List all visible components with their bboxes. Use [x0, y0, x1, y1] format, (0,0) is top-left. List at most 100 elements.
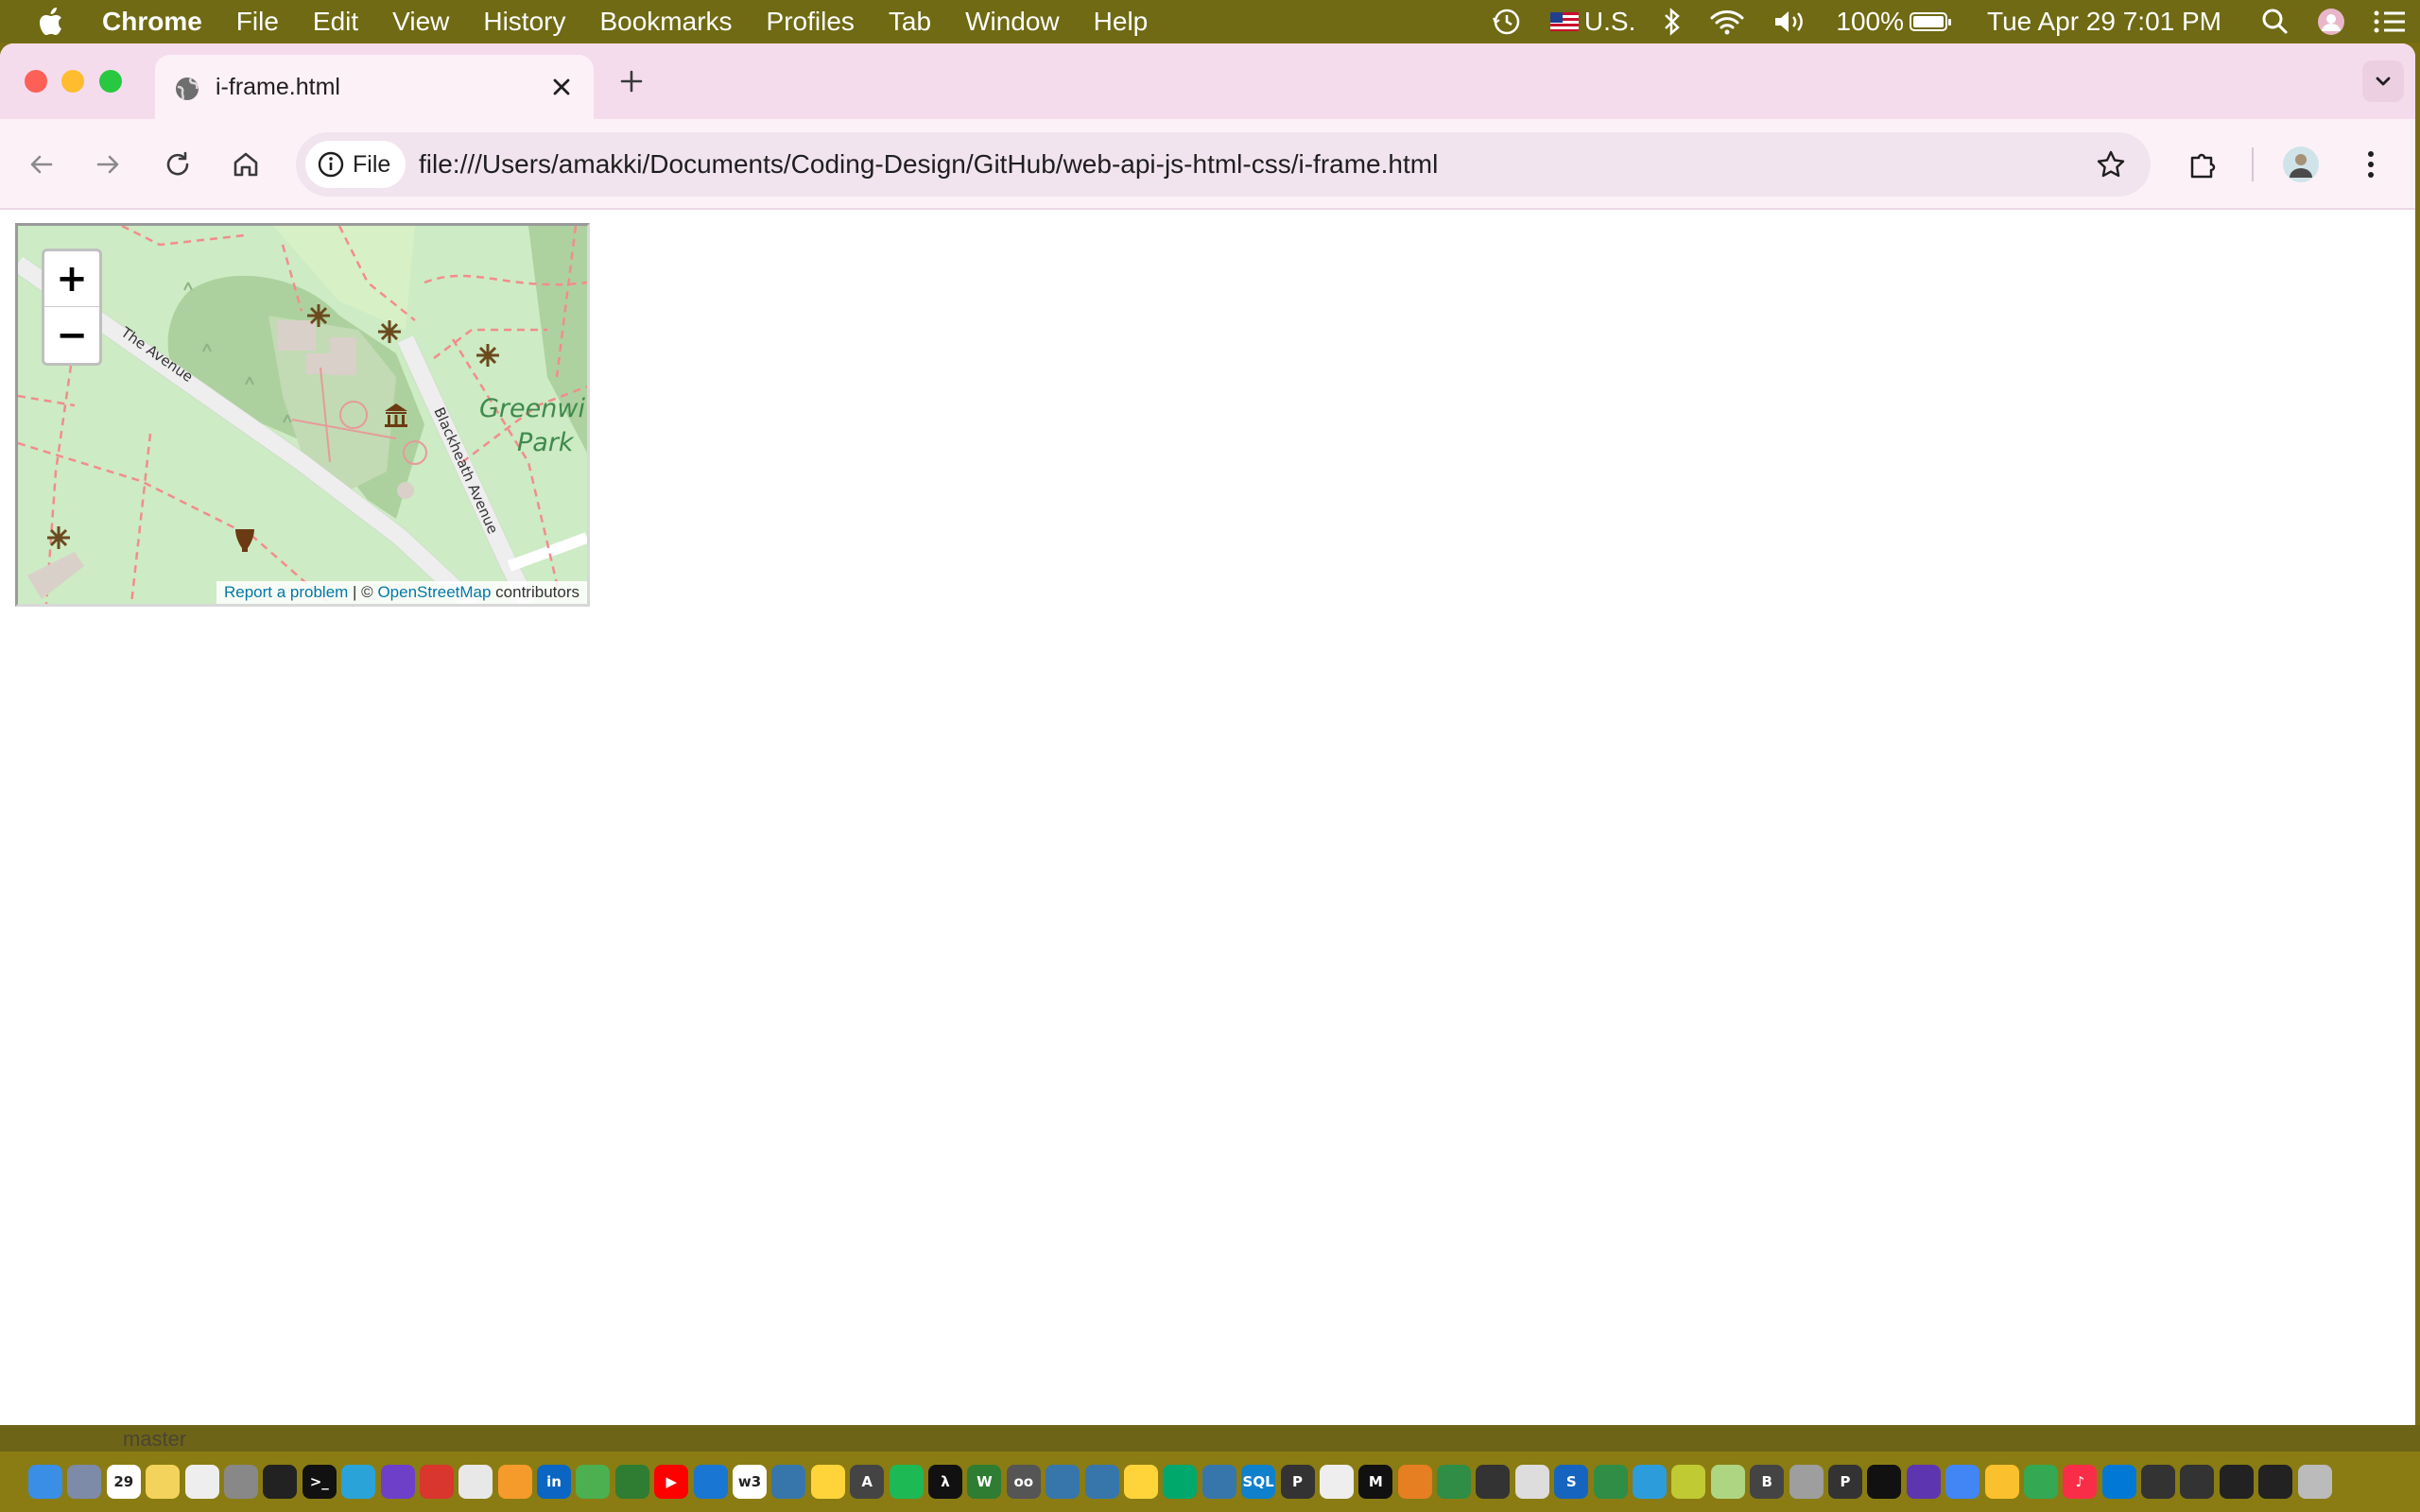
dock-app-w-icon[interactable]: W [967, 1465, 1002, 1499]
dock-chrome-icon[interactable] [458, 1465, 493, 1499]
dock-app-cursor-icon[interactable] [889, 1465, 924, 1499]
dock-python-6-icon[interactable] [1201, 1465, 1236, 1499]
dock-app-circle-icon[interactable] [1789, 1465, 1824, 1499]
dock-folder-3-icon[interactable] [2219, 1465, 2254, 1499]
zoom-in-button[interactable]: + [44, 251, 99, 307]
dock-app-c-icon[interactable] [1163, 1465, 1198, 1499]
dock-app-bars-icon[interactable] [1867, 1465, 1902, 1499]
dock-drive-icon[interactable] [2023, 1465, 2058, 1499]
dock-notes-icon[interactable] [146, 1465, 181, 1499]
site-info-chip[interactable]: File [305, 141, 406, 188]
close-window-button[interactable] [25, 70, 47, 93]
dock-app-red-icon[interactable] [419, 1465, 454, 1499]
dock-trash-icon[interactable] [2297, 1465, 2332, 1499]
dock-docs-icon[interactable] [1945, 1465, 1980, 1499]
menu-file[interactable]: File [219, 0, 296, 43]
dock-app-orange-icon[interactable] [497, 1465, 532, 1499]
dock-app-cube-icon[interactable] [1633, 1465, 1668, 1499]
wifi-icon[interactable] [1696, 8, 1758, 36]
dock-github-desktop-icon[interactable] [380, 1465, 415, 1499]
zoom-out-button[interactable]: − [44, 307, 99, 363]
url-text[interactable]: file:///Users/amakki/Documents/Coding-De… [419, 149, 1438, 180]
dock-app-b-icon[interactable]: B [1750, 1465, 1785, 1499]
dock-python-4-icon[interactable] [1084, 1465, 1119, 1499]
dock-folder-4-icon[interactable] [2258, 1465, 2293, 1499]
address-bar[interactable]: File file:///Users/amakki/Documents/Codi… [296, 132, 2151, 197]
tab-search-button[interactable] [2362, 60, 2404, 102]
control-center-icon[interactable] [2360, 8, 2420, 36]
bookmark-star-icon[interactable] [2092, 146, 2130, 183]
report-problem-link[interactable]: Report a problem [224, 583, 348, 601]
map-iframe[interactable]: The Avenue Blackheath Avenue Greenwi Par… [15, 223, 590, 607]
battery-status[interactable]: 100% [1823, 0, 1961, 43]
dock-app-ring-icon[interactable] [1397, 1465, 1432, 1499]
time-machine-icon[interactable] [1477, 7, 1537, 37]
dock-app-frog-2-icon[interactable] [1710, 1465, 1745, 1499]
dock-app-a-icon[interactable]: A [850, 1465, 885, 1499]
menu-history[interactable]: History [466, 0, 582, 43]
dock-folder-1-icon[interactable] [2141, 1465, 2176, 1499]
dock-music-icon[interactable]: ♪ [2063, 1465, 2098, 1499]
dock-app-m-icon[interactable]: M [1358, 1465, 1393, 1499]
dock-linkedin-icon[interactable]: in [537, 1465, 572, 1499]
dock-app-p-icon[interactable]: P [1280, 1465, 1315, 1499]
menu-profiles[interactable]: Profiles [750, 0, 872, 43]
menu-tab[interactable]: Tab [872, 0, 948, 43]
chrome-menu-button[interactable] [2350, 144, 2392, 185]
dock-github-icon[interactable] [263, 1465, 298, 1499]
dock-system-settings-icon[interactable] [223, 1465, 258, 1499]
user-avatar-icon[interactable] [2303, 7, 2360, 37]
clock[interactable]: Tue Apr 29 7:01 PM [1961, 0, 2248, 43]
menu-app-name[interactable]: Chrome [78, 0, 219, 43]
dock-app-blue-icon[interactable] [693, 1465, 728, 1499]
dock-app-s-icon[interactable]: S [1554, 1465, 1589, 1499]
dock-w3schools-icon[interactable]: w3 [733, 1465, 768, 1499]
dock-launchpad-icon[interactable] [67, 1465, 102, 1499]
dock-geeks-icon[interactable] [1437, 1465, 1472, 1499]
dock-edge-icon[interactable] [341, 1465, 376, 1499]
dock-app-frog-icon[interactable] [1671, 1465, 1706, 1499]
dock-sqlite-icon[interactable]: SQL [1241, 1465, 1276, 1499]
dock-geeks-2-icon[interactable] [1593, 1465, 1628, 1499]
profile-avatar[interactable] [2280, 144, 2322, 185]
menu-view[interactable]: View [375, 0, 466, 43]
bluetooth-icon[interactable] [1649, 7, 1696, 36]
dock-finder-icon[interactable] [28, 1465, 62, 1499]
dock-app-lambda-icon[interactable]: λ [927, 1465, 962, 1499]
new-tab-button[interactable] [613, 62, 650, 100]
fullscreen-window-button[interactable] [99, 70, 122, 93]
dock-app-oo-icon[interactable]: oo [1006, 1465, 1041, 1499]
extensions-button[interactable] [2182, 144, 2223, 185]
dock-terminal-icon[interactable]: >_ [302, 1465, 337, 1499]
menu-help[interactable]: Help [1077, 0, 1166, 43]
map-tiles[interactable]: The Avenue Blackheath Avenue Greenwi Par… [18, 226, 587, 604]
dock-folder-2-icon[interactable] [2180, 1465, 2215, 1499]
dock-safari-icon[interactable] [1514, 1465, 1549, 1499]
reload-button[interactable] [157, 144, 199, 185]
dock-app-purple-icon[interactable] [1906, 1465, 1941, 1499]
dock-app-p2-icon[interactable]: P [1827, 1465, 1862, 1499]
spotlight-icon[interactable] [2248, 8, 2303, 36]
close-tab-icon[interactable] [546, 72, 577, 102]
apple-icon[interactable] [25, 0, 78, 43]
volume-icon[interactable] [1758, 8, 1823, 36]
dock-preview-icon[interactable] [184, 1465, 219, 1499]
tab-active[interactable]: i-frame.html [155, 55, 594, 119]
input-source[interactable]: U.S. [1537, 0, 1649, 43]
dock-app-bar-icon[interactable] [1476, 1465, 1511, 1499]
dock-calendar-icon[interactable]: 29 [106, 1465, 141, 1499]
dock-python-icon[interactable] [771, 1465, 806, 1499]
dock-vscode-icon[interactable] [2101, 1465, 2136, 1499]
dock-python-5-icon[interactable] [1123, 1465, 1158, 1499]
dock-app-pen-icon[interactable] [1319, 1465, 1354, 1499]
dock-app-yellow-icon[interactable] [1984, 1465, 2019, 1499]
dock-python-3-icon[interactable] [1046, 1465, 1080, 1499]
minimize-window-button[interactable] [61, 70, 84, 93]
menu-edit[interactable]: Edit [296, 0, 375, 43]
menu-window[interactable]: Window [948, 0, 1077, 43]
menu-bookmarks[interactable]: Bookmarks [582, 0, 749, 43]
forward-button[interactable] [87, 144, 129, 185]
dock-app-multi-icon[interactable] [576, 1465, 611, 1499]
dock-youtube-icon[interactable]: ▶ [654, 1465, 689, 1499]
back-button[interactable] [21, 144, 62, 185]
